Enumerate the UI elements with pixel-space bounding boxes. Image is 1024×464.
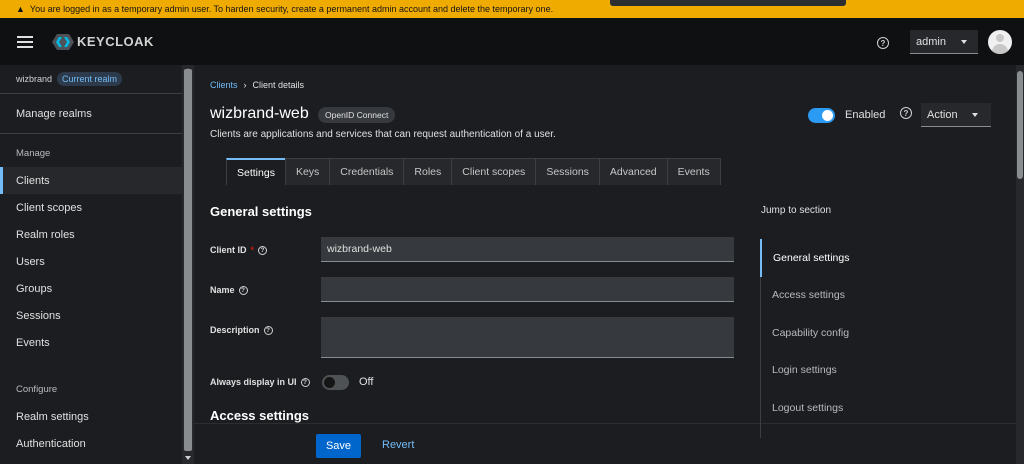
description-label-text: Description xyxy=(210,325,260,335)
name-label-text: Name xyxy=(210,285,235,295)
required-marker: * xyxy=(250,245,255,255)
main-scroll-thumb[interactable] xyxy=(1017,71,1023,179)
tab-client-scopes[interactable]: Client scopes xyxy=(451,158,537,185)
sidebar-item-clients[interactable]: Clients xyxy=(0,167,182,194)
scroll-down-icon[interactable] xyxy=(185,456,191,460)
hamburger-menu-icon[interactable] xyxy=(17,35,33,48)
always-display-toggle[interactable] xyxy=(322,375,349,390)
help-icon[interactable]: ? xyxy=(877,37,889,49)
page-title: wizbrand-web xyxy=(210,105,309,122)
page-subtitle: Clients are applications and services th… xyxy=(210,129,556,140)
jump-to-section-nav: General settings Access settings Capabil… xyxy=(760,239,1000,438)
action-label: Action xyxy=(927,108,958,121)
tab-credentials[interactable]: Credentials xyxy=(329,158,405,185)
action-dropdown[interactable]: Action xyxy=(921,103,991,127)
tab-roles[interactable]: Roles xyxy=(403,158,453,185)
always-display-value: Off xyxy=(359,376,374,388)
jump-general-settings[interactable]: General settings xyxy=(760,239,1000,277)
sidebar-item-events[interactable]: Events xyxy=(0,329,182,356)
description-label: Description ? xyxy=(210,325,273,335)
main-content: Clients › Client details wizbrand-web Op… xyxy=(194,65,1016,464)
client-id-label-text: Client ID xyxy=(210,245,247,255)
keycloak-logo[interactable]: KEYCLOAK xyxy=(52,33,154,51)
help-icon[interactable]: ? xyxy=(258,245,268,255)
sidebar-scroll-thumb[interactable] xyxy=(184,69,192,451)
realm-name: wizbrand xyxy=(16,74,53,84)
breadcrumb-clients-link[interactable]: Clients xyxy=(210,80,238,90)
tab-sessions[interactable]: Sessions xyxy=(535,158,600,185)
sidebar-item-groups[interactable]: Groups xyxy=(0,275,182,302)
sidebar-item-realm-settings[interactable]: Realm settings xyxy=(0,403,182,430)
keycloak-logo-icon xyxy=(52,33,74,50)
protocol-badge: OpenID Connect xyxy=(318,107,396,123)
nav-group-configure: Configure xyxy=(16,384,58,395)
tab-keys[interactable]: Keys xyxy=(284,158,331,185)
nav-group-manage: Manage xyxy=(16,148,51,159)
jump-access-settings[interactable]: Access settings xyxy=(761,277,1000,315)
help-icon[interactable]: ? xyxy=(900,107,912,119)
sidebar: wizbrand Current realm Manage realms Man… xyxy=(0,65,182,464)
user-menu-value: admin xyxy=(916,35,946,48)
client-id-input[interactable] xyxy=(321,237,734,262)
current-realm-badge: Current realm xyxy=(57,72,123,86)
sidebar-item-realm-roles[interactable]: Realm roles xyxy=(0,221,182,248)
description-textarea[interactable] xyxy=(321,317,734,358)
realm-selector[interactable]: wizbrand Current realm xyxy=(0,65,182,94)
enabled-label: Enabled xyxy=(845,109,886,121)
temp-admin-warning-banner: ▲ You are logged in as a temporary admin… xyxy=(0,0,1024,18)
sidebar-item-authentication[interactable]: Authentication xyxy=(0,430,182,457)
section-general-settings: General settings xyxy=(210,204,312,219)
section-access-settings: Access settings xyxy=(210,408,309,423)
breadcrumb: Clients › Client details xyxy=(210,80,304,90)
main-scrollbar[interactable] xyxy=(1016,65,1024,464)
jump-login-settings[interactable]: Login settings xyxy=(761,352,1000,390)
sidebar-item-client-scopes[interactable]: Client scopes xyxy=(0,194,182,221)
enabled-toggle[interactable] xyxy=(808,108,835,123)
chevron-right-icon: › xyxy=(243,80,247,90)
user-menu-dropdown[interactable]: admin xyxy=(910,30,978,54)
avatar[interactable] xyxy=(988,30,1012,54)
jump-logout-settings[interactable]: Logout settings xyxy=(761,389,1000,427)
warning-text: You are logged in as a temporary admin u… xyxy=(29,4,554,14)
caret-down-icon xyxy=(961,40,967,44)
breadcrumb-current: Client details xyxy=(252,80,305,90)
name-label: Name ? xyxy=(210,285,248,295)
help-icon[interactable]: ? xyxy=(238,285,248,295)
tab-advanced[interactable]: Advanced xyxy=(598,158,668,185)
sidebar-item-sessions[interactable]: Sessions xyxy=(0,302,182,329)
warning-icon: ▲ xyxy=(16,4,25,14)
sidebar-item-users[interactable]: Users xyxy=(0,248,182,275)
tab-settings[interactable]: Settings xyxy=(226,158,286,185)
masthead: KEYCLOAK xyxy=(0,18,1024,65)
logo-text: KEYCLOAK xyxy=(77,34,154,49)
save-button[interactable]: Save xyxy=(316,434,361,458)
sidebar-scrollbar[interactable] xyxy=(182,65,194,464)
sidebar-item-manage-realms[interactable]: Manage realms xyxy=(0,94,182,133)
jump-to-section-title: Jump to section xyxy=(761,205,832,216)
client-tabs: Settings Keys Credentials Roles Client s… xyxy=(226,158,721,185)
always-display-label: Always display in UI ? xyxy=(210,377,310,387)
toast-edge xyxy=(610,0,846,6)
always-display-label-text: Always display in UI xyxy=(210,377,297,387)
help-icon[interactable]: ? xyxy=(300,377,310,387)
jump-capability-config[interactable]: Capability config xyxy=(761,314,1000,352)
name-input[interactable] xyxy=(321,277,734,302)
caret-down-icon xyxy=(972,113,978,117)
help-icon[interactable]: ? xyxy=(263,325,273,335)
client-id-label: Client ID * ? xyxy=(210,245,268,255)
tab-events[interactable]: Events xyxy=(666,158,721,185)
revert-button[interactable]: Revert xyxy=(382,439,414,451)
